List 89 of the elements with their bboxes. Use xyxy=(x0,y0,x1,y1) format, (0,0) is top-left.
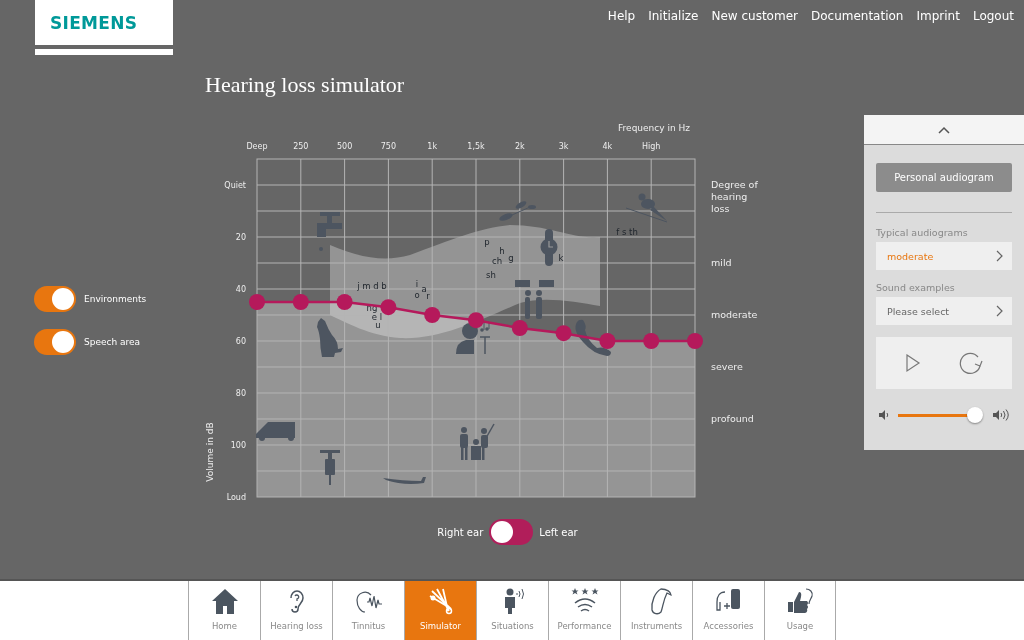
field-label: Typical audiograms xyxy=(876,227,969,238)
threshold-point[interactable] xyxy=(468,312,484,329)
speaker-quiet-icon xyxy=(878,409,890,421)
axis-tick-label: 1,5k xyxy=(467,142,485,151)
field-label: Sound examples xyxy=(876,282,956,293)
speech-sound-label: p xyxy=(484,237,490,247)
toggle-label: Speech area xyxy=(84,337,141,347)
axis-tick-label: 500 xyxy=(336,142,353,151)
axis-tick-label: 1k xyxy=(427,142,438,151)
speaker-loud-icon xyxy=(992,408,1010,422)
watch-icon xyxy=(540,229,558,266)
toggle-label: Environments xyxy=(84,294,147,304)
leaves-icon xyxy=(499,201,536,221)
axis-tick-label: 4k xyxy=(602,142,613,151)
threshold-point[interactable] xyxy=(511,320,528,336)
header-link[interactable]: Documentation xyxy=(810,9,904,27)
play-icon[interactable] xyxy=(905,353,921,373)
chevron-right-icon xyxy=(996,305,1003,317)
header-link[interactable]: Initialize xyxy=(648,9,699,27)
degree-label: profound xyxy=(711,413,754,424)
speech-sound-label: u xyxy=(375,320,381,330)
ear-switch[interactable] xyxy=(489,519,534,545)
nav-tab[interactable]: Usage xyxy=(764,581,836,640)
speech-sound-label: a xyxy=(421,284,427,294)
axis-tick-label: Deep xyxy=(246,142,268,151)
header-link[interactable]: Logout xyxy=(972,9,1014,27)
replay-icon[interactable] xyxy=(959,351,983,375)
axis-tick-label: 40 xyxy=(235,285,246,294)
degree-title: Degree of hearing loss xyxy=(711,179,758,214)
van-icon xyxy=(256,422,295,441)
threshold-point[interactable] xyxy=(643,333,660,349)
header-link[interactable]: New customer xyxy=(711,9,798,27)
toggle-switch[interactable] xyxy=(34,329,76,355)
axis-tick-label: 250 xyxy=(293,142,309,151)
phone-icon xyxy=(575,319,611,356)
speech-sound-label: j m d b xyxy=(357,281,387,291)
axis-tick-label: Loud xyxy=(226,493,246,502)
band-icon xyxy=(460,423,495,460)
axis-tick-label: 3k xyxy=(558,142,569,151)
collapse-button[interactable] xyxy=(864,115,1024,145)
slider-thumb[interactable] xyxy=(967,407,984,423)
page-title: Hearing loss simulator xyxy=(205,71,406,99)
chevron-up-icon xyxy=(938,125,950,134)
axis-tick-label: Quiet xyxy=(224,181,246,190)
speech-sound-label: r xyxy=(426,291,430,301)
ear-label: Left ear xyxy=(539,526,578,538)
singer-icon xyxy=(456,321,491,355)
threshold-point[interactable] xyxy=(555,325,572,342)
header-link[interactable]: Imprint xyxy=(916,9,960,27)
axis-tick-label: 2k xyxy=(514,142,525,151)
speech-sound-label: sh xyxy=(486,270,496,280)
threshold-point[interactable] xyxy=(424,307,441,323)
speech-sound-label: h xyxy=(499,246,505,256)
speech-sound-label: o xyxy=(414,290,420,300)
threshold-point[interactable] xyxy=(599,333,616,349)
speech-sound-label: ch xyxy=(491,256,503,266)
threshold-point[interactable] xyxy=(336,294,353,310)
axis-tick-label: 60 xyxy=(235,337,246,346)
audiogram-dropdown[interactable]: moderate xyxy=(876,242,1012,270)
header-link[interactable]: Help xyxy=(607,9,636,27)
jackhammer-icon xyxy=(320,450,340,485)
bird-icon xyxy=(625,193,668,223)
axis-tick-label: 100 xyxy=(230,441,246,450)
toggle-switch[interactable] xyxy=(34,286,76,312)
faucet-icon xyxy=(317,212,342,251)
speech-sound-label: g xyxy=(508,253,514,263)
threshold-point[interactable] xyxy=(292,294,309,310)
axis-tick-label: 20 xyxy=(235,233,246,242)
volume-slider[interactable] xyxy=(898,407,984,423)
degree-label: mild xyxy=(711,257,732,268)
axis-tick-label: 750 xyxy=(380,142,397,151)
axis-title: Volume in dB xyxy=(205,422,215,482)
speech-sound-label: f s th xyxy=(616,227,638,237)
speech-sound-label: k xyxy=(558,253,564,263)
logo[interactable]: SIEMENS xyxy=(50,12,138,33)
speech-sound-label: e l xyxy=(371,312,383,322)
axis-title: Frequency in Hz xyxy=(618,123,690,133)
nav-tab[interactable]: Simulator xyxy=(404,581,476,640)
threshold-point[interactable] xyxy=(249,294,265,310)
degree-label: severe xyxy=(711,361,743,372)
personal-audiogram-button[interactable]: Personal audiogram xyxy=(876,163,1012,192)
axis-tick-label: 80 xyxy=(235,389,246,398)
axis-tick-label: High xyxy=(642,142,661,151)
people-talking-icon xyxy=(515,280,554,319)
degree-label: moderate xyxy=(711,309,758,320)
sound-dropdown[interactable]: Please select xyxy=(876,297,1012,325)
ear-label: Right ear xyxy=(437,526,484,538)
chevron-right-icon xyxy=(996,250,1003,262)
threshold-point[interactable] xyxy=(380,299,397,316)
